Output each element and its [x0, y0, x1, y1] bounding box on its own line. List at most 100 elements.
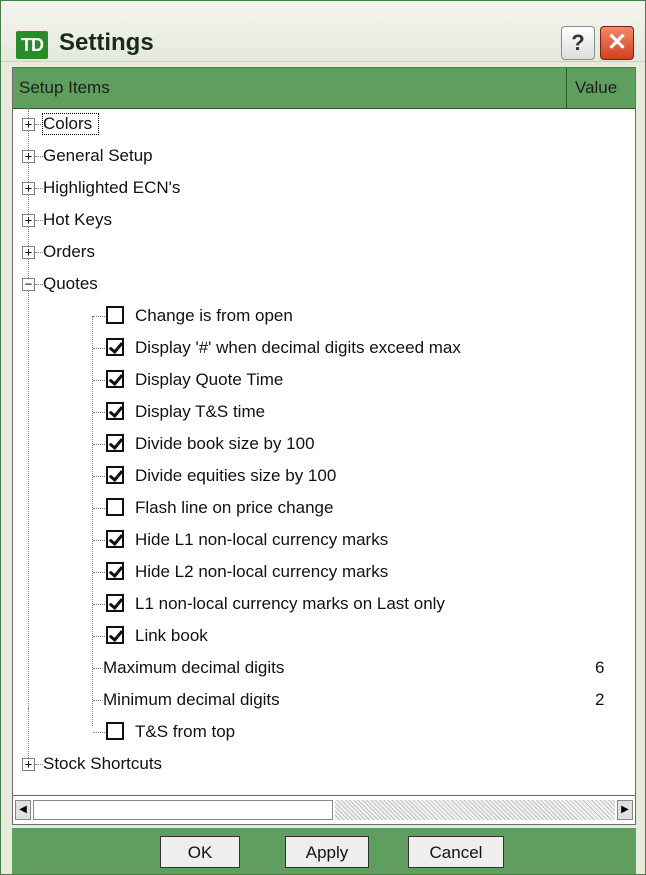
ok-button[interactable]: OK	[160, 836, 240, 868]
button-bar: OK Apply Cancel	[12, 828, 636, 874]
settings-tree-panel: Setup Items Value + Colors + General Set…	[12, 67, 636, 825]
tree-item-highlighted-ecns[interactable]: + Highlighted ECN's	[13, 172, 635, 204]
setting-minimum-decimal-digits[interactable]: Minimum decimal digits 2	[13, 684, 635, 716]
expand-plus-icon[interactable]: +	[22, 214, 35, 227]
checkbox-checked[interactable]	[106, 466, 124, 484]
expand-plus-icon[interactable]: +	[22, 150, 35, 163]
tree-connector	[93, 732, 105, 733]
expand-plus-icon[interactable]: +	[22, 182, 35, 195]
tree-item-label: Hot Keys	[43, 210, 112, 229]
tree-connector	[93, 444, 105, 445]
setting-label: Link book	[135, 626, 208, 645]
checkbox-checked[interactable]	[106, 402, 124, 420]
setting-label: Display '#' when decimal digits exceed m…	[135, 338, 461, 357]
scrollbar-thumb[interactable]	[33, 800, 333, 820]
checkbox-checked[interactable]	[106, 338, 124, 356]
tree-item-orders[interactable]: + Orders	[13, 236, 635, 268]
tree-item-label: Stock Shortcuts	[43, 754, 163, 773]
setting-label: Divide book size by 100	[135, 434, 315, 453]
checkbox[interactable]	[106, 306, 124, 324]
setting-label: Maximum decimal digits	[103, 658, 285, 677]
title-bar[interactable]: TD Settings ? ✕	[1, 1, 645, 62]
setting-l1-marks-last-only[interactable]: L1 non-local currency marks on Last only	[13, 588, 635, 620]
horizontal-scrollbar[interactable]: ◀ ▶	[13, 795, 635, 824]
cancel-button[interactable]: Cancel	[408, 836, 504, 868]
column-header: Setup Items Value	[13, 68, 635, 109]
setting-maximum-decimal-digits[interactable]: Maximum decimal digits 6	[13, 652, 635, 684]
tree-item-label: Quotes	[43, 274, 98, 293]
checkbox-checked[interactable]	[106, 562, 124, 580]
tree-connector	[93, 572, 105, 573]
setting-label: Minimum decimal digits	[103, 690, 280, 709]
column-header-value[interactable]: Value	[569, 68, 635, 108]
setting-display-quote-time[interactable]: Display Quote Time	[13, 364, 635, 396]
checkbox[interactable]	[106, 498, 124, 516]
setting-label: Divide equities size by 100	[135, 466, 337, 485]
tree-connector	[93, 412, 105, 413]
setting-display-ts-time[interactable]: Display T&S time	[13, 396, 635, 428]
close-button[interactable]: ✕	[600, 26, 634, 60]
setting-label: L1 non-local currency marks on Last only	[135, 594, 445, 613]
setting-hide-l2-marks[interactable]: Hide L2 non-local currency marks	[13, 556, 635, 588]
td-logo-icon: TD	[16, 31, 48, 59]
tree-connector	[93, 636, 105, 637]
checkbox[interactable]	[106, 722, 124, 740]
tree-item-label: Orders	[43, 242, 95, 261]
setting-label: Hide L2 non-local currency marks	[135, 562, 389, 581]
setting-label: Display T&S time	[135, 402, 266, 421]
checkbox-checked[interactable]	[106, 434, 124, 452]
setting-divide-equities-size[interactable]: Divide equities size by 100	[13, 460, 635, 492]
window-title: Settings	[59, 29, 154, 56]
tree-connector	[93, 700, 101, 701]
tree-item-stock-shortcuts[interactable]: + Stock Shortcuts	[13, 748, 635, 780]
checkbox-checked[interactable]	[106, 370, 124, 388]
settings-tree: + Colors + General Setup + Highlighted E…	[13, 108, 635, 796]
help-button[interactable]: ?	[561, 26, 595, 60]
setting-label: Change is from open	[135, 306, 293, 325]
tree-connector	[93, 380, 105, 381]
tree-connector	[93, 508, 105, 509]
setting-flash-line[interactable]: Flash line on price change	[13, 492, 635, 524]
setting-link-book[interactable]: Link book	[13, 620, 635, 652]
tree-item-label: Highlighted ECN's	[43, 178, 181, 197]
collapse-minus-icon[interactable]: −	[22, 278, 35, 291]
checkbox-checked[interactable]	[106, 594, 124, 612]
tree-item-label: General Setup	[43, 146, 153, 165]
setting-label: Flash line on price change	[135, 498, 334, 517]
tree-connector	[93, 540, 105, 541]
tree-item-label: Colors	[41, 113, 100, 135]
checkbox-checked[interactable]	[106, 626, 124, 644]
setting-label: Hide L1 non-local currency marks	[135, 530, 389, 549]
scrollbar-track[interactable]	[335, 800, 615, 820]
setting-ts-from-top[interactable]: T&S from top	[13, 716, 635, 748]
tree-item-colors[interactable]: + Colors	[13, 108, 635, 140]
tree-item-quotes[interactable]: − Quotes	[13, 268, 635, 300]
expand-plus-icon[interactable]: +	[22, 118, 35, 131]
apply-button[interactable]: Apply	[285, 836, 369, 868]
tree-connector	[93, 668, 101, 669]
tree-connector	[35, 156, 43, 157]
setting-divide-book-size[interactable]: Divide book size by 100	[13, 428, 635, 460]
setting-hide-l1-marks[interactable]: Hide L1 non-local currency marks	[13, 524, 635, 556]
checkbox-checked[interactable]	[106, 530, 124, 548]
tree-connector	[93, 604, 105, 605]
tree-connector	[35, 252, 43, 253]
tree-item-hot-keys[interactable]: + Hot Keys	[13, 204, 635, 236]
scroll-left-arrow-icon[interactable]: ◀	[15, 800, 31, 820]
tree-connector	[35, 188, 43, 189]
settings-window: TD Settings ? ✕ Setup Items Value + Colo…	[0, 0, 646, 875]
tree-item-general-setup[interactable]: + General Setup	[13, 140, 635, 172]
tree-connector	[35, 124, 43, 125]
setting-change-is-from-open[interactable]: Change is from open	[13, 300, 635, 332]
expand-plus-icon[interactable]: +	[22, 758, 35, 771]
expand-plus-icon[interactable]: +	[22, 246, 35, 259]
setting-value[interactable]: 6	[595, 658, 604, 678]
column-header-setup-items[interactable]: Setup Items	[13, 68, 567, 108]
tree-connector	[35, 284, 43, 285]
setting-value[interactable]: 2	[595, 690, 604, 710]
setting-display-hash[interactable]: Display '#' when decimal digits exceed m…	[13, 332, 635, 364]
tree-connector	[93, 348, 105, 349]
scroll-right-arrow-icon[interactable]: ▶	[617, 800, 633, 820]
tree-connector	[93, 476, 105, 477]
tree-connector	[35, 220, 43, 221]
